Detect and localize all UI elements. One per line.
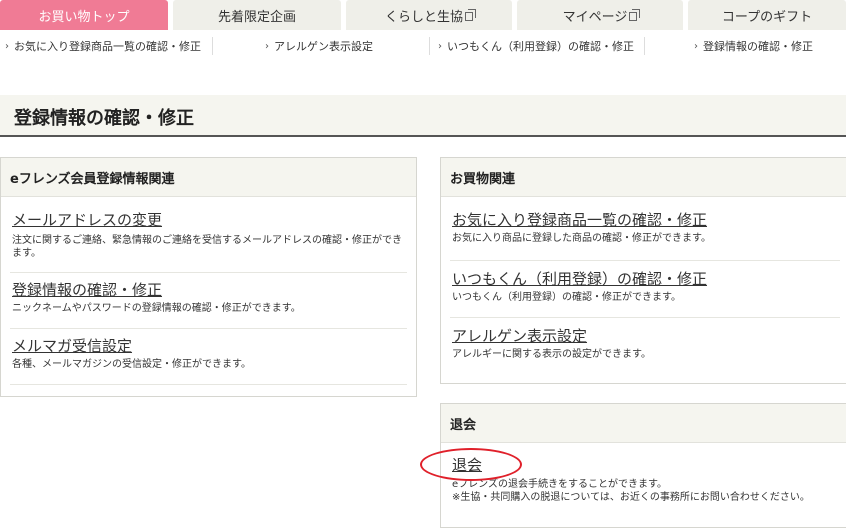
list-item: メールアドレスの変更 注文に関するご連絡、緊急情報のご連絡を受信するメールアドレ… bbox=[10, 197, 407, 273]
external-window-icon bbox=[465, 8, 476, 21]
item-note: ※生協・共同購入の脱退については、お近くの事務所にお問い合わせください。 bbox=[452, 492, 810, 503]
tab-label: 先着限定企画 bbox=[217, 9, 296, 25]
edit-registration-link[interactable]: 登録情報の確認・修正 bbox=[12, 279, 162, 300]
tab-label: コープのギフト bbox=[721, 9, 813, 25]
divider bbox=[212, 37, 213, 55]
item-description: 各種、メールマガジンの受信設定・修正ができます。 bbox=[12, 359, 251, 370]
item-description: eフレンズの退会手続きをすることができます。 bbox=[452, 479, 667, 490]
subnav-itsumokun[interactable]: › いつもくん（利用登録）の確認・修正 bbox=[438, 34, 634, 58]
list-item: いつもくん（利用登録）の確認・修正 いつもくん（利用登録）の確認・修正ができます… bbox=[450, 261, 840, 318]
tab-label: お買い物トップ bbox=[38, 9, 130, 25]
tab-label: くらしと生協 bbox=[384, 9, 463, 25]
subnav-registration-info[interactable]: › 登録情報の確認・修正 bbox=[694, 34, 813, 58]
external-window-icon bbox=[629, 8, 641, 21]
tab-label: マイページ bbox=[562, 9, 628, 25]
highlight-circle bbox=[420, 448, 522, 481]
top-tab-bar: お買い物トップ 先着限定企画 くらしと生協 マイページ コープのギフト bbox=[0, 0, 846, 30]
panel-title: eフレンズ会員登録情報関連 bbox=[1, 158, 416, 197]
item-description: ニックネームやパスワードの登録情報の確認・修正ができます。 bbox=[12, 303, 301, 314]
subnav-label: いつもくん（利用登録）の確認・修正 bbox=[447, 40, 634, 53]
subnav-favorites[interactable]: › お気に入り登録商品一覧の確認・修正 bbox=[5, 34, 201, 58]
panel-title: お買物関連 bbox=[441, 158, 846, 197]
tab-limited-offer[interactable]: 先着限定企画 bbox=[173, 0, 341, 30]
sub-navigation: › お気に入り登録商品一覧の確認・修正 › アレルゲン表示設定 › いつもくん（… bbox=[0, 34, 846, 58]
tab-shopping-top[interactable]: お買い物トップ bbox=[0, 0, 168, 30]
newsletter-settings-link[interactable]: メルマガ受信設定 bbox=[12, 335, 132, 356]
chevron-right-icon: › bbox=[265, 40, 269, 52]
item-description: お気に入り商品に登録した商品の確認・修正ができます。 bbox=[452, 233, 711, 244]
allergen-settings-link[interactable]: アレルゲン表示設定 bbox=[452, 325, 587, 346]
chevron-right-icon: › bbox=[694, 40, 698, 52]
item-description: 注文に関するご連絡、緊急情報のご連絡を受信するメールアドレスの確認・修正ができま… bbox=[12, 235, 402, 259]
list-item: 登録情報の確認・修正 ニックネームやパスワードの登録情報の確認・修正ができます。 bbox=[10, 273, 407, 329]
page-title: 登録情報の確認・修正 bbox=[14, 108, 194, 129]
divider bbox=[429, 37, 430, 55]
change-email-link[interactable]: メールアドレスの変更 bbox=[12, 209, 162, 230]
tab-coop-gift[interactable]: コープのギフト bbox=[688, 0, 846, 30]
panel-title: 退会 bbox=[441, 404, 846, 443]
list-item: メルマガ受信設定 各種、メールマガジンの受信設定・修正ができます。 bbox=[10, 329, 407, 385]
item-description: いつもくん（利用登録）の確認・修正ができます。 bbox=[452, 292, 681, 303]
favorites-list-link[interactable]: お気に入り登録商品一覧の確認・修正 bbox=[452, 209, 707, 230]
shopping-panel: お買物関連 お気に入り登録商品一覧の確認・修正 お気に入り商品に登録した商品の確… bbox=[440, 157, 846, 384]
page-header: 登録情報の確認・修正 bbox=[0, 95, 846, 137]
chevron-right-icon: › bbox=[5, 40, 9, 52]
list-item: アレルゲン表示設定 アレルギーに関する表示の設定ができます。 bbox=[450, 318, 840, 374]
subnav-label: 登録情報の確認・修正 bbox=[703, 40, 813, 53]
item-description: アレルギーに関する表示の設定ができます。 bbox=[452, 349, 651, 360]
subnav-allergen-settings[interactable]: › アレルゲン表示設定 bbox=[265, 34, 373, 58]
divider bbox=[644, 37, 645, 55]
subnav-label: お気に入り登録商品一覧の確認・修正 bbox=[14, 40, 201, 53]
tab-mypage[interactable]: マイページ bbox=[517, 0, 683, 30]
subnav-label: アレルゲン表示設定 bbox=[274, 40, 373, 53]
chevron-right-icon: › bbox=[438, 40, 442, 52]
member-info-panel: eフレンズ会員登録情報関連 メールアドレスの変更 注文に関するご連絡、緊急情報の… bbox=[0, 157, 417, 397]
tab-life-and-coop[interactable]: くらしと生協 bbox=[346, 0, 512, 30]
itsumokun-link[interactable]: いつもくん（利用登録）の確認・修正 bbox=[452, 268, 707, 289]
list-item: お気に入り登録商品一覧の確認・修正 お気に入り商品に登録した商品の確認・修正がで… bbox=[450, 197, 840, 261]
